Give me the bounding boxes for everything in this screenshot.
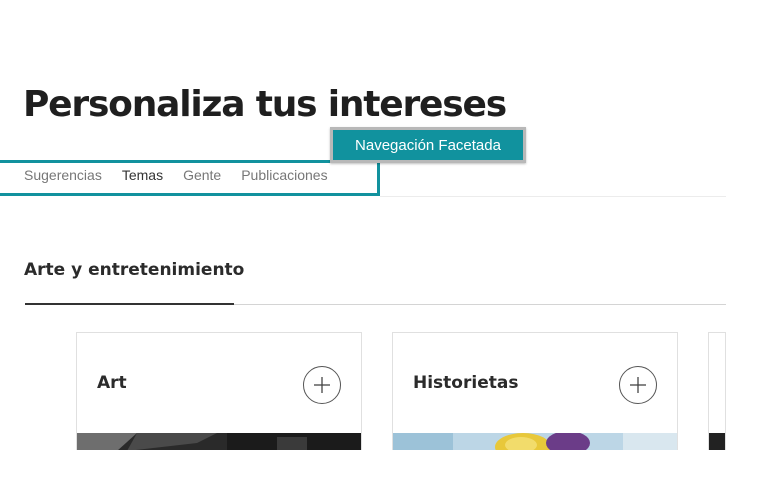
- topic-card-partial[interactable]: [708, 332, 726, 450]
- follow-historietas-button[interactable]: [619, 366, 657, 404]
- section-underline: [25, 303, 234, 305]
- follow-art-button[interactable]: [303, 366, 341, 404]
- topic-card-art[interactable]: Art: [76, 332, 362, 450]
- topic-card-historietas[interactable]: Historietas: [392, 332, 678, 450]
- topic-card-image: [709, 433, 725, 450]
- topic-card-image: [393, 431, 677, 450]
- topic-card-image: [77, 433, 361, 450]
- facet-navigation-callout: Navegación Facetada: [330, 127, 526, 163]
- tab-gente[interactable]: Gente: [183, 167, 221, 183]
- tabs-divider: [380, 196, 726, 197]
- facet-tabs: Sugerencias Temas Gente Publicaciones: [24, 167, 328, 183]
- topic-card-title: Historietas: [413, 373, 519, 393]
- tab-temas[interactable]: Temas: [122, 167, 163, 183]
- tab-sugerencias[interactable]: Sugerencias: [24, 167, 102, 183]
- page-title: Personaliza tus intereses: [23, 84, 507, 125]
- plus-icon: [630, 377, 646, 393]
- topic-card-title: Art: [97, 373, 127, 393]
- plus-icon: [314, 377, 330, 393]
- section-title: Arte y entretenimiento: [24, 260, 245, 280]
- tab-publicaciones[interactable]: Publicaciones: [241, 167, 327, 183]
